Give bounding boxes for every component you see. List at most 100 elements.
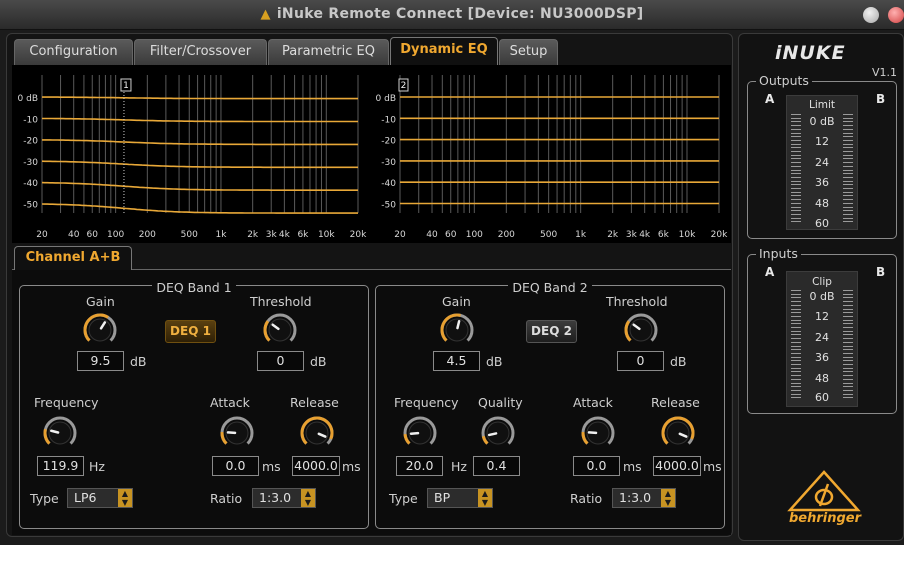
spin-arrows-icon: ▲ ▼ [118,489,132,507]
band-1-attack-knob[interactable] [220,416,254,450]
band-2-ratio-select[interactable]: 1:3.0 ▲ ▼ [612,488,676,508]
meter-tick [791,184,801,186]
close-button[interactable] [888,7,904,23]
band-2-attack-knob[interactable] [581,416,615,450]
tab-parametric-eq[interactable]: Parametric EQ [268,39,389,65]
meter-tick [791,151,801,152]
deq-1-button[interactable]: DEQ 1 [165,320,216,343]
meter-tick [843,323,853,325]
meter-tick [843,202,853,204]
band-1-gain-knob[interactable] [83,313,117,347]
band-2-threshold-label: Threshold [606,294,668,309]
band-2-frequency-knob[interactable] [403,416,437,450]
meter-tick [843,114,853,115]
meter-tick [843,188,853,189]
band-1-release-knob[interactable] [300,416,334,450]
band-1-threshold-knob[interactable] [263,313,297,347]
band-1-threshold-value[interactable]: 0 [257,351,304,371]
meter-tick [791,386,801,388]
band-1-attack-value[interactable]: 0.0 [212,456,259,476]
tab-setup[interactable]: Setup [499,39,558,65]
y-tick-label: -40 [23,179,38,189]
x-tick-label: 60 [87,230,99,240]
meter-tick [843,371,853,373]
meter-tick [791,323,801,325]
band-1-marker-label: 1 [123,81,129,91]
minimize-button[interactable] [863,7,879,23]
title-bar: ▲ iNuke Remote Connect [Device: NU3000DSP… [0,0,904,30]
channel-tab[interactable]: Channel A+B [14,246,132,270]
deq-2-button[interactable]: DEQ 2 [526,320,577,343]
x-tick-label: 20 [394,230,406,240]
meter-tick [791,128,801,130]
meter-tick [791,352,801,354]
meter-tick [791,147,801,149]
x-tick-label: 200 [498,230,515,240]
x-tick-label: 100 [107,230,124,240]
response-curve [41,160,358,169]
tab-dynamic-eq[interactable]: Dynamic EQ [390,37,498,65]
band-2-release-value[interactable]: 4000.0 [653,456,701,476]
version-label: V1.1 [872,66,898,79]
band-2-release-knob[interactable] [661,416,695,450]
band-2-attack-unit: ms [623,459,642,474]
meter-tick [843,136,853,138]
y-tick-label: -30 [23,158,38,168]
band-2-threshold-knob[interactable] [624,313,658,347]
meter-tick [843,117,853,119]
band-2-gain-knob[interactable] [440,313,474,347]
meter-tick [843,389,853,391]
band-2-ratio-value: 1:3.0 [619,490,652,505]
meter-tick [843,334,853,336]
meter-tick [843,338,853,340]
meter-tick [791,293,801,295]
band-2-release-label: Release [651,395,700,410]
band-1-frequency-value[interactable]: 119.9 [37,456,84,476]
meter-tick [843,367,853,369]
band-1-ratio-label: Ratio [210,491,243,506]
meter-tick [791,191,801,193]
meter-tick [791,327,801,328]
band-1-type-select[interactable]: LP6 ▲ ▼ [67,488,133,508]
meter-tick [791,121,801,123]
brand-name: behringer [788,511,862,526]
band-2-gain-value[interactable]: 4.5 [433,351,480,371]
band-2-threshold-value[interactable]: 0 [617,351,664,371]
meter-tick [791,206,801,208]
meter-tick [843,176,853,178]
band-1-release-label: Release [290,395,339,410]
x-tick-label: 3k [626,230,638,240]
band-1-gain-value[interactable]: 9.5 [77,351,124,371]
band-1-frequency-knob[interactable] [43,416,77,450]
band-2-frequency-value[interactable]: 20.0 [396,456,443,476]
band-2-quality-label: Quality [478,395,523,410]
meter-tick [791,139,801,141]
band-2-type-select[interactable]: BP ▲ ▼ [427,488,493,508]
tab-filter-crossover[interactable]: Filter/Crossover [134,39,267,65]
band-1-release-unit: ms [342,459,361,474]
x-tick-label: 20k [711,230,728,240]
meter-tick [791,334,801,336]
meter-tick [843,191,853,193]
band-1-release-value[interactable]: 4000.0 [292,456,340,476]
band-2-attack-value[interactable]: 0.0 [573,456,620,476]
outputs-meter-title: Limit [808,99,836,111]
band-2-quality-value[interactable]: 0.4 [473,456,520,476]
meter-tick [791,199,801,201]
meter-tick [843,125,853,127]
band-1-ratio-select[interactable]: 1:3.0 ▲ ▼ [252,488,316,508]
x-tick-label: 1k [575,230,587,240]
meter-tick [791,378,801,380]
meter-tick [791,308,801,310]
meter-tick [791,158,801,160]
tab-configuration[interactable]: Configuration [14,39,133,65]
x-tick-label: 1k [215,230,227,240]
meter-tick [843,352,853,354]
band-2-quality-knob[interactable] [481,416,515,450]
meter-tick [791,397,801,399]
meter-tick [843,199,853,201]
meter-tick [791,393,801,395]
outputs-group: Outputs A B Limit 0 dB 12 24 36 48 60 [747,73,897,239]
meter-tick [843,132,853,134]
meter-tick [791,213,801,215]
